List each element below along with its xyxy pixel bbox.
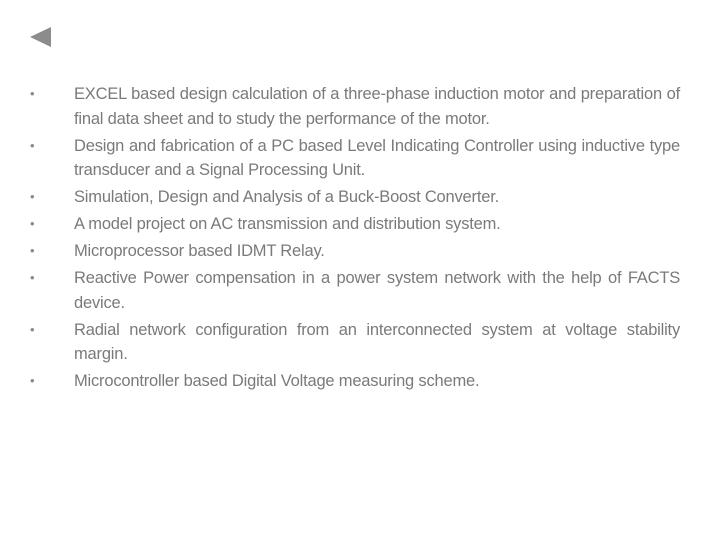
- list-item: • A model project on AC transmission and …: [24, 212, 680, 237]
- list-item: • Simulation, Design and Analysis of a Bu…: [24, 185, 680, 210]
- item-text: A model project on AC transmission and d…: [74, 215, 501, 233]
- bullet-icon: •: [30, 321, 35, 337]
- bullet-icon: •: [30, 243, 35, 258]
- list-item: • Reactive Power compensation in a power …: [24, 266, 680, 315]
- item-text: Reactive Power compensation in a power s…: [74, 269, 680, 312]
- item-text: Microprocessor based IDMT Relay.: [74, 242, 325, 260]
- item-text: EXCEL based design calculation of a thre…: [74, 85, 680, 128]
- bullet-icon: •: [30, 270, 35, 285]
- project-list: • EXCEL based design calculation of a thr…: [24, 82, 680, 396]
- item-text: Microcontroller based Digital Voltage me…: [74, 372, 480, 390]
- bullet-icon: •: [30, 86, 35, 101]
- item-text: Radial network configuration from an int…: [74, 320, 680, 364]
- bullet-icon: •: [30, 189, 35, 204]
- bullet-icon: •: [30, 373, 35, 388]
- back-triangle-icon[interactable]: [30, 27, 51, 47]
- list-item: • Design and fabrication of a PC based Le…: [24, 134, 680, 183]
- item-text: Simulation, Design and Analysis of a Buc…: [74, 188, 499, 206]
- list-item: • Microcontroller based Digital Voltage m…: [24, 369, 680, 394]
- bullet-icon: •: [30, 137, 35, 153]
- list-item: • Radial network configuration from an in…: [24, 318, 680, 367]
- list-item: • EXCEL based design calculation of a thr…: [24, 82, 680, 131]
- list-item: • Microprocessor based IDMT Relay.: [24, 239, 680, 264]
- bullet-icon: •: [30, 216, 35, 231]
- item-text: Design and fabrication of a PC based Lev…: [74, 136, 680, 180]
